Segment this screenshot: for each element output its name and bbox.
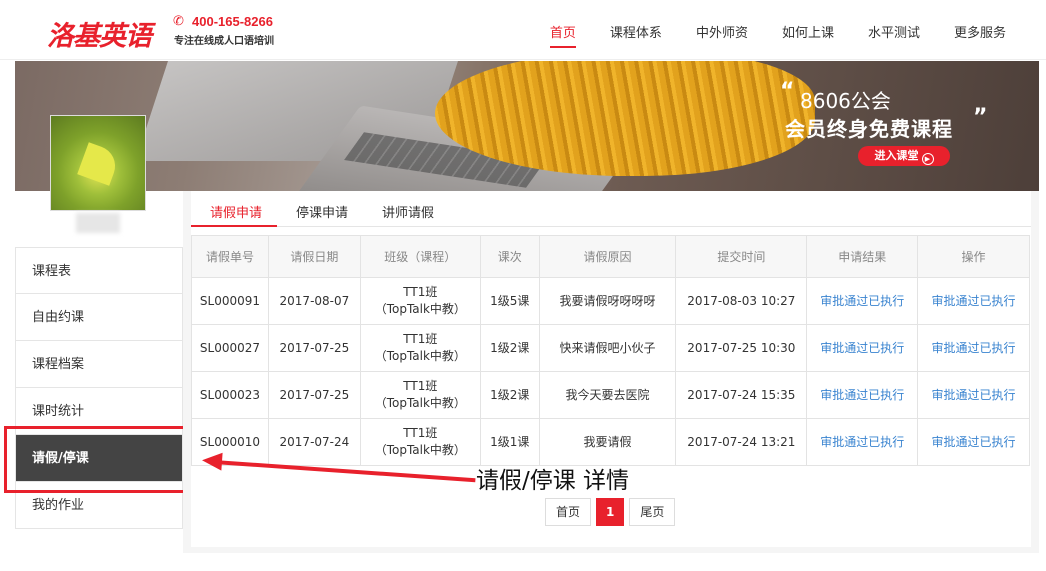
tab-bar: 请假申请 停课申请 讲师请假 <box>191 191 1031 227</box>
leave-table: 请假单号 请假日期 班级（课程） 课次 请假原因 提交时间 申请结果 操作 SL… <box>191 235 1030 466</box>
table-row: SL000027 2017-07-25 TT1班 （TopTalk中教） 1级2课… <box>191 324 1030 372</box>
tab-leave-request[interactable]: 请假申请 <box>210 202 262 221</box>
banner-close-quote: ” <box>973 105 988 130</box>
cell-leave-date: 2017-07-25 <box>267 371 361 419</box>
cell-leave-date: 2017-07-25 <box>267 324 361 372</box>
class-name: TT1班 <box>403 332 438 346</box>
table-row: SL000023 2017-07-25 TT1班 （TopTalk中教） 1级2课… <box>191 371 1030 419</box>
nav-teachers[interactable]: 中外师资 <box>696 22 748 44</box>
nav-more-services[interactable]: 更多服务 <box>954 22 1006 44</box>
col-leave-no: 请假单号 <box>191 235 269 278</box>
cell-result-link[interactable]: 审批通过已执行 <box>806 277 919 325</box>
cell-lesson: 1级2课 <box>479 371 540 419</box>
cell-result-link[interactable]: 审批通过已执行 <box>806 371 919 419</box>
class-course: （TopTalk中教） <box>374 443 466 457</box>
annotation-arrow-head <box>201 451 223 471</box>
cell-class: TT1班 （TopTalk中教） <box>359 277 481 325</box>
cell-lesson: 1级1课 <box>479 418 540 466</box>
play-icon: ▶ <box>921 153 934 165</box>
cell-submit-time: 2017-08-03 10:27 <box>675 277 808 325</box>
nav-level-test[interactable]: 水平测试 <box>868 22 920 44</box>
table-header-row: 请假单号 请假日期 班级（课程） 课次 请假原因 提交时间 申请结果 操作 <box>191 235 1030 278</box>
cell-class: TT1班 （TopTalk中教） <box>359 371 481 419</box>
table-row: SL000010 2017-07-24 TT1班 （TopTalk中教） 1级1课… <box>191 418 1030 466</box>
class-course: （TopTalk中教） <box>374 349 466 363</box>
tab-teacher-leave[interactable]: 讲师请假 <box>382 202 434 221</box>
class-name: TT1班 <box>403 379 438 393</box>
pager-page-1[interactable]: 1 <box>596 498 625 526</box>
brand-slogan: 专注在线成人口语培训 <box>174 36 274 47</box>
class-name: TT1班 <box>403 285 438 299</box>
cell-leave-no: SL000023 <box>191 371 269 419</box>
sidebar-item-schedule[interactable]: 课程表 <box>15 247 183 294</box>
cell-action-link[interactable]: 审批通过已执行 <box>917 324 1030 372</box>
col-result: 申请结果 <box>806 235 919 278</box>
pagination: 首页 1 尾页 <box>545 498 680 526</box>
username-blurred <box>76 213 120 233</box>
avatar-pinwheel <box>77 142 121 186</box>
sidebar-item-free-booking[interactable]: 自由约课 <box>15 294 183 341</box>
class-course: （TopTalk中教） <box>374 396 466 410</box>
nav-how-to-attend[interactable]: 如何上课 <box>782 22 834 44</box>
cell-action-link[interactable]: 审批通过已执行 <box>917 277 1030 325</box>
enter-classroom-button[interactable]: 进入课堂 ▶ <box>858 146 950 166</box>
cell-result-link[interactable]: 审批通过已执行 <box>806 324 919 372</box>
promo-banner[interactable]: “ 8606公会 会员终身免费课程 ” 进入课堂 ▶ <box>15 61 1039 191</box>
annotation-label: 请假/停课 详情 <box>476 468 630 494</box>
cell-leave-date: 2017-07-24 <box>267 418 361 466</box>
enter-classroom-label: 进入课堂 <box>874 149 919 162</box>
banner-open-quote: “ <box>780 79 795 104</box>
nav-home[interactable]: 首页 <box>549 22 576 48</box>
banner-line1: 8606公会 <box>800 89 891 113</box>
banner-line2: 会员终身免费课程 <box>785 117 953 141</box>
hotline-number: 400-165-8266 <box>192 14 273 29</box>
cell-submit-time: 2017-07-25 10:30 <box>675 324 808 372</box>
sidebar-item-course-archive[interactable]: 课程档案 <box>15 341 183 388</box>
col-reason: 请假原因 <box>538 235 677 278</box>
main-nav: 首页 课程体系 中外师资 如何上课 水平测试 更多服务 <box>516 22 1006 48</box>
cell-lesson: 1级5课 <box>479 277 540 325</box>
avatar[interactable] <box>50 115 146 211</box>
cell-lesson: 1级2课 <box>479 324 540 372</box>
pager-last-button[interactable]: 尾页 <box>629 498 676 526</box>
class-course: （TopTalk中教） <box>374 302 466 316</box>
tab-suspend-request[interactable]: 停课申请 <box>296 202 348 221</box>
cell-submit-time: 2017-07-24 15:35 <box>675 371 808 419</box>
cell-action-link[interactable]: 审批通过已执行 <box>917 371 1030 419</box>
col-lesson: 课次 <box>479 235 540 278</box>
cell-class: TT1班 （TopTalk中教） <box>359 418 481 466</box>
cell-leave-date: 2017-08-07 <box>267 277 361 325</box>
cell-action-link[interactable]: 审批通过已执行 <box>917 418 1030 466</box>
table-row: SL000091 2017-08-07 TT1班 （TopTalk中教） 1级5课… <box>191 277 1030 325</box>
col-action: 操作 <box>917 235 1030 278</box>
pager-first-button[interactable]: 首页 <box>545 498 592 526</box>
col-class: 班级（课程） <box>359 235 481 278</box>
annotation-highlight-box <box>4 426 189 493</box>
cell-leave-no: SL000091 <box>191 277 269 325</box>
cell-reason: 快来请假吧小伙子 <box>538 324 677 372</box>
col-leave-date: 请假日期 <box>267 235 361 278</box>
cell-reason: 我要请假 <box>538 418 677 466</box>
class-name: TT1班 <box>403 426 438 440</box>
active-tab-indicator <box>191 225 277 227</box>
cell-leave-no: SL000027 <box>191 324 269 372</box>
cell-result-link[interactable]: 审批通过已执行 <box>806 418 919 466</box>
cell-submit-time: 2017-07-24 13:21 <box>675 418 808 466</box>
brand-logo[interactable]: 洛基英语 <box>47 14 152 53</box>
cell-reason: 我要请假呀呀呀呀 <box>538 277 677 325</box>
nav-courses[interactable]: 课程体系 <box>610 22 662 44</box>
site-header: 洛基英语 ✆ 400-165-8266 专注在线成人口语培训 首页 课程体系 中… <box>0 0 1046 60</box>
cell-class: TT1班 （TopTalk中教） <box>359 324 481 372</box>
phone-icon: ✆ <box>173 14 184 29</box>
col-submit-time: 提交时间 <box>675 235 808 278</box>
cell-reason: 我今天要去医院 <box>538 371 677 419</box>
